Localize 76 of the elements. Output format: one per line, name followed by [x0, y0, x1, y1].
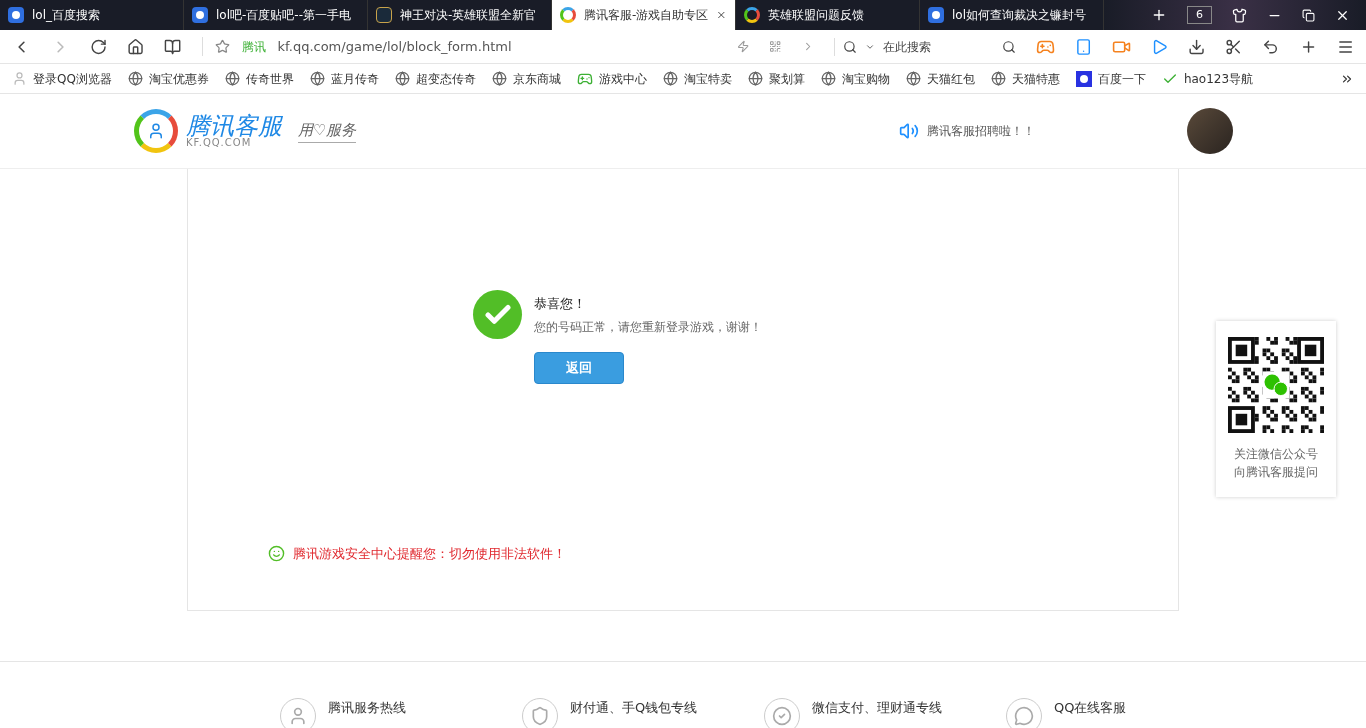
bookmark-label: 淘宝特卖 [683, 70, 732, 88]
download-icon[interactable] [1188, 37, 1206, 56]
globe-icon [127, 71, 143, 86]
lightning-icon[interactable] [737, 40, 750, 53]
star-icon[interactable] [214, 39, 230, 54]
globe-icon [905, 71, 921, 86]
bookmark-label: 京东商城 [512, 70, 561, 88]
bookmark-label: hao123导航 [1183, 70, 1254, 88]
globe-icon [491, 71, 507, 86]
globe-icon [224, 71, 240, 86]
bookmark-label: 天猫红包 [926, 70, 975, 88]
globe-icon [662, 71, 678, 86]
bookmark-label: 百度一下 [1097, 70, 1146, 88]
logo-text: 腾讯客服 [186, 114, 282, 138]
notice-link[interactable]: 腾讯客服招聘啦！！ [927, 122, 1035, 140]
result-title: 恭喜您！ [534, 295, 587, 313]
new-tab-icon[interactable] [1151, 7, 1167, 23]
tab-title: 腾讯客服-游戏自助专区 [584, 7, 709, 24]
tab-title: lol_百度搜索 [32, 7, 101, 24]
ring-icon [560, 7, 576, 23]
ring-icon [744, 7, 760, 23]
bookmark-label: 传奇世界 [245, 70, 294, 88]
bookmark-label: 淘宝购物 [841, 70, 890, 88]
smile-icon [268, 544, 285, 562]
bookmark-label: 游戏中心 [598, 70, 647, 88]
logo-subtitle: KF.QQ.COM [186, 138, 252, 148]
tab-title: 神王对决-英雄联盟全新官 [400, 7, 538, 24]
book-icon[interactable] [164, 37, 182, 56]
browser-tab[interactable]: 英雄联盟问题反馈 [736, 0, 920, 30]
address-field[interactable]: kf.qq.com/game/lol/block_form.html [277, 36, 512, 57]
footer-label: QQ在线客服 [1054, 699, 1127, 717]
search-icon [843, 39, 858, 54]
logo-icon [134, 109, 178, 153]
reload-icon[interactable] [90, 37, 108, 56]
qr-icon[interactable] [769, 40, 782, 53]
qr-caption: 向腾讯客服提问 [1234, 464, 1318, 481]
warning-text: 腾讯游戏安全中心提醒您：切勿使用非法软件！ [293, 544, 566, 563]
search-placeholder: 在此搜索 [883, 38, 933, 56]
scissors-icon[interactable] [1225, 37, 1243, 56]
browser-tab[interactable]: lol_百度搜索 [0, 0, 184, 30]
bookmark-label: 蓝月传奇 [330, 70, 379, 88]
play-icon[interactable] [1151, 37, 1169, 56]
result-message: 您的号码正常，请您重新登录游戏，谢谢！ [534, 318, 762, 336]
shirt-icon[interactable] [1232, 7, 1247, 23]
emblem-icon [376, 7, 392, 23]
globe-icon [747, 71, 763, 86]
bookmark-label: 超变态传奇 [415, 70, 476, 88]
tab-title: lol如何查询裁决之镰封号 [952, 7, 1087, 24]
footer-label: 腾讯服务热线 [328, 699, 406, 717]
user-icon [12, 71, 27, 86]
footer-label: 微信支付、理财通专线 [812, 699, 942, 717]
qr-caption: 关注微信公众号 [1234, 446, 1318, 463]
bookmark-label: 天猫特惠 [1011, 70, 1060, 88]
globe-icon [820, 71, 836, 86]
avatar[interactable] [1187, 108, 1233, 154]
tab-count[interactable]: 6 [1187, 6, 1212, 24]
site-label: 腾讯 [241, 38, 266, 56]
browser-tab[interactable]: 腾讯客服-游戏自助专区 [552, 0, 736, 30]
restore-icon[interactable] [1302, 8, 1315, 22]
search-icon [1001, 39, 1016, 54]
speaker-icon [899, 121, 919, 141]
footer-label: 财付通、手Q钱包专线 [570, 699, 698, 717]
search-field[interactable]: 在此搜索 [834, 37, 1016, 56]
slogan: 用♡服务 [298, 119, 357, 143]
bookmark-label: 聚划算 [768, 70, 805, 88]
globe-icon [990, 71, 1006, 86]
tab-title: 英雄联盟问题反馈 [768, 7, 865, 24]
bookmark-label: 淘宝优惠券 [148, 70, 209, 88]
globe-icon [394, 71, 410, 86]
globe-icon [309, 71, 325, 86]
tab-title: lol吧-百度贴吧--第一手电 [216, 7, 352, 24]
home-icon[interactable] [127, 37, 145, 56]
tablet-icon[interactable] [1074, 37, 1092, 56]
browser-tab[interactable]: lol吧-百度贴吧--第一手电 [184, 0, 368, 30]
bookmark-label: 登录QQ浏览器 [33, 70, 112, 88]
success-icon [473, 290, 522, 339]
